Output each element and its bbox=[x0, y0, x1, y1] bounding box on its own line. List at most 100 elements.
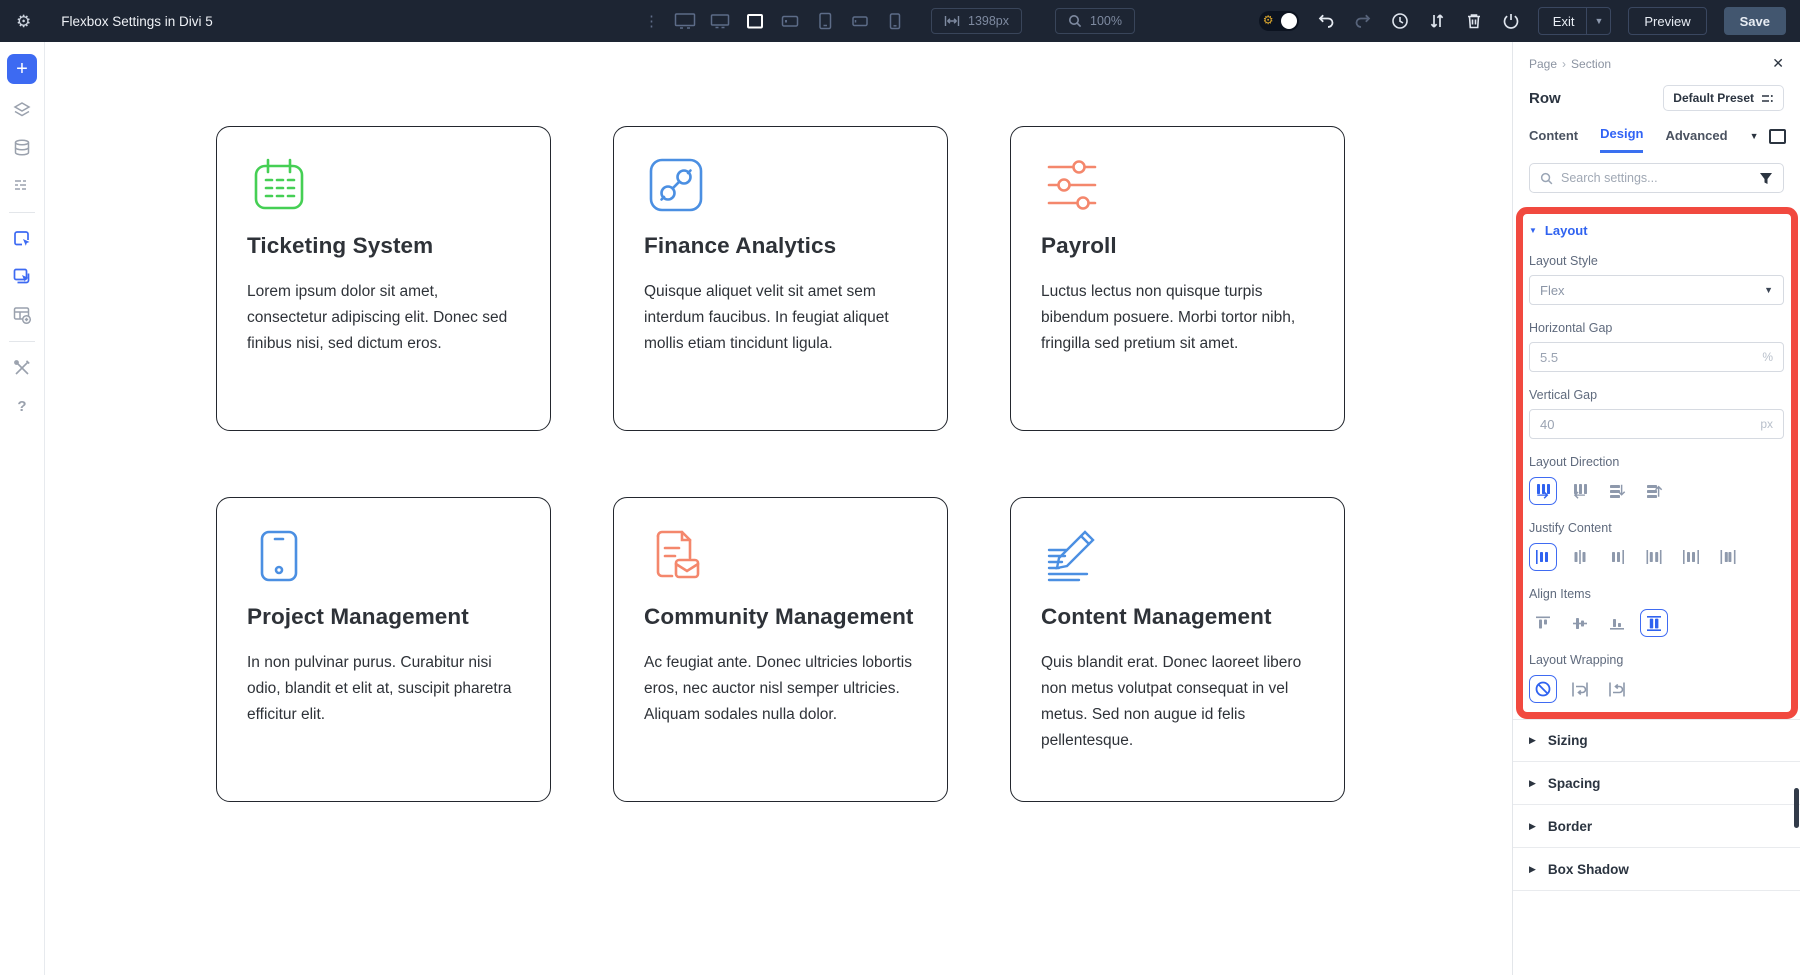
trash-icon[interactable] bbox=[1464, 11, 1484, 31]
database-icon[interactable] bbox=[10, 136, 34, 160]
wrap-nowrap-button[interactable] bbox=[1529, 675, 1557, 703]
expand-caret-icon: ▶ bbox=[1529, 778, 1536, 789]
device-desktop-large-icon[interactable] bbox=[672, 8, 698, 34]
layout-style-label: Layout Style bbox=[1529, 254, 1784, 268]
close-icon[interactable]: ✕ bbox=[1772, 55, 1784, 72]
card-title: Ticketing System bbox=[247, 233, 520, 259]
unit-label[interactable]: % bbox=[1762, 350, 1773, 364]
align-flex-start-button[interactable] bbox=[1529, 609, 1557, 637]
width-arrows-icon bbox=[944, 15, 960, 27]
section-box-shadow[interactable]: ▶ Box Shadow bbox=[1513, 848, 1800, 891]
vertical-gap-field: px bbox=[1529, 409, 1784, 439]
device-phone-landscape-icon[interactable] bbox=[847, 8, 873, 34]
link-icon bbox=[644, 153, 917, 217]
panel-scrollbar[interactable] bbox=[1794, 788, 1799, 828]
help-icon[interactable]: ? bbox=[10, 394, 34, 418]
sort-layers-icon[interactable] bbox=[1427, 11, 1447, 31]
filter-icon[interactable] bbox=[1759, 172, 1773, 185]
exit-button[interactable]: Exit ▼ bbox=[1538, 7, 1612, 35]
tabs-dropdown-caret-icon[interactable]: ▼ bbox=[1750, 131, 1759, 141]
exit-dropdown-caret-icon[interactable]: ▼ bbox=[1586, 8, 1610, 34]
justify-space-evenly-button[interactable] bbox=[1714, 543, 1742, 571]
justify-content-options bbox=[1529, 543, 1784, 571]
vertical-gap-input[interactable] bbox=[1540, 417, 1760, 432]
layout-settings-group: ▼ Layout Layout Style Flex ▼ Horizontal … bbox=[1515, 207, 1798, 719]
horizontal-gap-input[interactable] bbox=[1540, 350, 1762, 365]
card-project-management[interactable]: Project Management In non pulvinar purus… bbox=[216, 497, 551, 802]
builder-settings-gear-icon[interactable]: ⚙ bbox=[16, 13, 31, 30]
preset-icon bbox=[1761, 93, 1774, 104]
tab-advanced[interactable]: Advanced bbox=[1665, 128, 1727, 152]
horizontal-gap-field: % bbox=[1529, 342, 1784, 372]
justify-space-between-button[interactable] bbox=[1640, 543, 1668, 571]
more-options-icon[interactable]: ⋮ bbox=[644, 12, 659, 30]
direction-column-button[interactable] bbox=[1603, 477, 1631, 505]
settings-search bbox=[1529, 163, 1784, 193]
device-current-view-icon[interactable] bbox=[742, 8, 768, 34]
unit-label[interactable]: px bbox=[1760, 417, 1773, 431]
breadcrumb-section[interactable]: Section bbox=[1571, 57, 1611, 71]
tab-content[interactable]: Content bbox=[1529, 128, 1578, 152]
justify-flex-start-button[interactable] bbox=[1529, 543, 1557, 571]
pencil-lines-icon bbox=[1041, 524, 1314, 588]
redo-icon[interactable] bbox=[1353, 11, 1373, 31]
desktop-view-icon[interactable] bbox=[1769, 129, 1786, 144]
power-icon[interactable] bbox=[1501, 11, 1521, 31]
canvas-width-indicator[interactable]: 1398px bbox=[931, 8, 1022, 34]
align-stretch-button[interactable] bbox=[1640, 609, 1668, 637]
builder-mode-toggle[interactable]: ⚙ bbox=[1259, 11, 1299, 31]
layout-group-header[interactable]: ▼ Layout bbox=[1529, 223, 1784, 238]
align-baseline-button[interactable] bbox=[1603, 609, 1631, 637]
layout-wrapping-label: Layout Wrapping bbox=[1529, 653, 1784, 667]
direction-row-reverse-button[interactable] bbox=[1566, 477, 1594, 505]
direction-row-button[interactable] bbox=[1529, 477, 1557, 505]
select-module-icon[interactable] bbox=[10, 227, 34, 251]
justify-space-around-button[interactable] bbox=[1677, 543, 1705, 571]
card-finance-analytics[interactable]: Finance Analytics Quisque aliquet velit … bbox=[613, 126, 948, 431]
wrap-wrap-reverse-button[interactable] bbox=[1603, 675, 1631, 703]
horizontal-gap-label: Horizontal Gap bbox=[1529, 321, 1784, 335]
tools-icon[interactable] bbox=[10, 356, 34, 380]
wireframe-view-icon[interactable] bbox=[10, 174, 34, 198]
breadcrumb-page[interactable]: Page bbox=[1529, 57, 1557, 71]
zoom-level-indicator[interactable]: 100% bbox=[1055, 8, 1135, 34]
layers-icon[interactable] bbox=[10, 98, 34, 122]
tab-design[interactable]: Design bbox=[1600, 126, 1643, 153]
left-toolbar: + ? bbox=[0, 42, 45, 975]
save-button[interactable]: Save bbox=[1724, 7, 1786, 35]
layout-style-dropdown[interactable]: Flex ▼ bbox=[1529, 275, 1784, 305]
card-ticketing-system[interactable]: Ticketing System Lorem ipsum dolor sit a… bbox=[216, 126, 551, 431]
page-canvas[interactable]: Ticketing System Lorem ipsum dolor sit a… bbox=[45, 42, 1512, 975]
justify-content-label: Justify Content bbox=[1529, 521, 1784, 535]
history-icon[interactable] bbox=[1390, 11, 1410, 31]
card-title: Finance Analytics bbox=[644, 233, 917, 259]
card-content-management[interactable]: Content Management Quis blandit erat. Do… bbox=[1010, 497, 1345, 802]
align-center-button[interactable] bbox=[1566, 609, 1594, 637]
card-title: Content Management bbox=[1041, 604, 1314, 630]
select-row-icon[interactable] bbox=[10, 265, 34, 289]
direction-column-reverse-button[interactable] bbox=[1640, 477, 1668, 505]
align-items-options bbox=[1529, 609, 1784, 637]
expand-caret-icon: ▶ bbox=[1529, 864, 1536, 875]
search-input[interactable] bbox=[1561, 171, 1751, 185]
card-payroll[interactable]: Payroll Luctus lectus non quisque turpis… bbox=[1010, 126, 1345, 431]
device-tablet-landscape-icon[interactable] bbox=[777, 8, 803, 34]
collapse-caret-icon: ▼ bbox=[1529, 226, 1537, 235]
layout-library-icon[interactable] bbox=[10, 303, 34, 327]
section-sizing[interactable]: ▶ Sizing bbox=[1513, 719, 1800, 762]
default-preset-button[interactable]: Default Preset bbox=[1663, 85, 1784, 111]
justify-center-button[interactable] bbox=[1566, 543, 1594, 571]
card-community-management[interactable]: Community Management Ac feugiat ante. Do… bbox=[613, 497, 948, 802]
device-desktop-icon[interactable] bbox=[707, 8, 733, 34]
device-phone-portrait-icon[interactable] bbox=[882, 8, 908, 34]
card-title: Project Management bbox=[247, 604, 520, 630]
add-module-button[interactable]: + bbox=[7, 54, 37, 84]
wrap-wrap-button[interactable] bbox=[1566, 675, 1594, 703]
justify-flex-end-button[interactable] bbox=[1603, 543, 1631, 571]
undo-icon[interactable] bbox=[1316, 11, 1336, 31]
section-border[interactable]: ▶ Border bbox=[1513, 805, 1800, 848]
card-title: Payroll bbox=[1041, 233, 1314, 259]
preview-button[interactable]: Preview bbox=[1628, 7, 1706, 35]
section-spacing[interactable]: ▶ Spacing bbox=[1513, 762, 1800, 805]
device-tablet-portrait-icon[interactable] bbox=[812, 8, 838, 34]
